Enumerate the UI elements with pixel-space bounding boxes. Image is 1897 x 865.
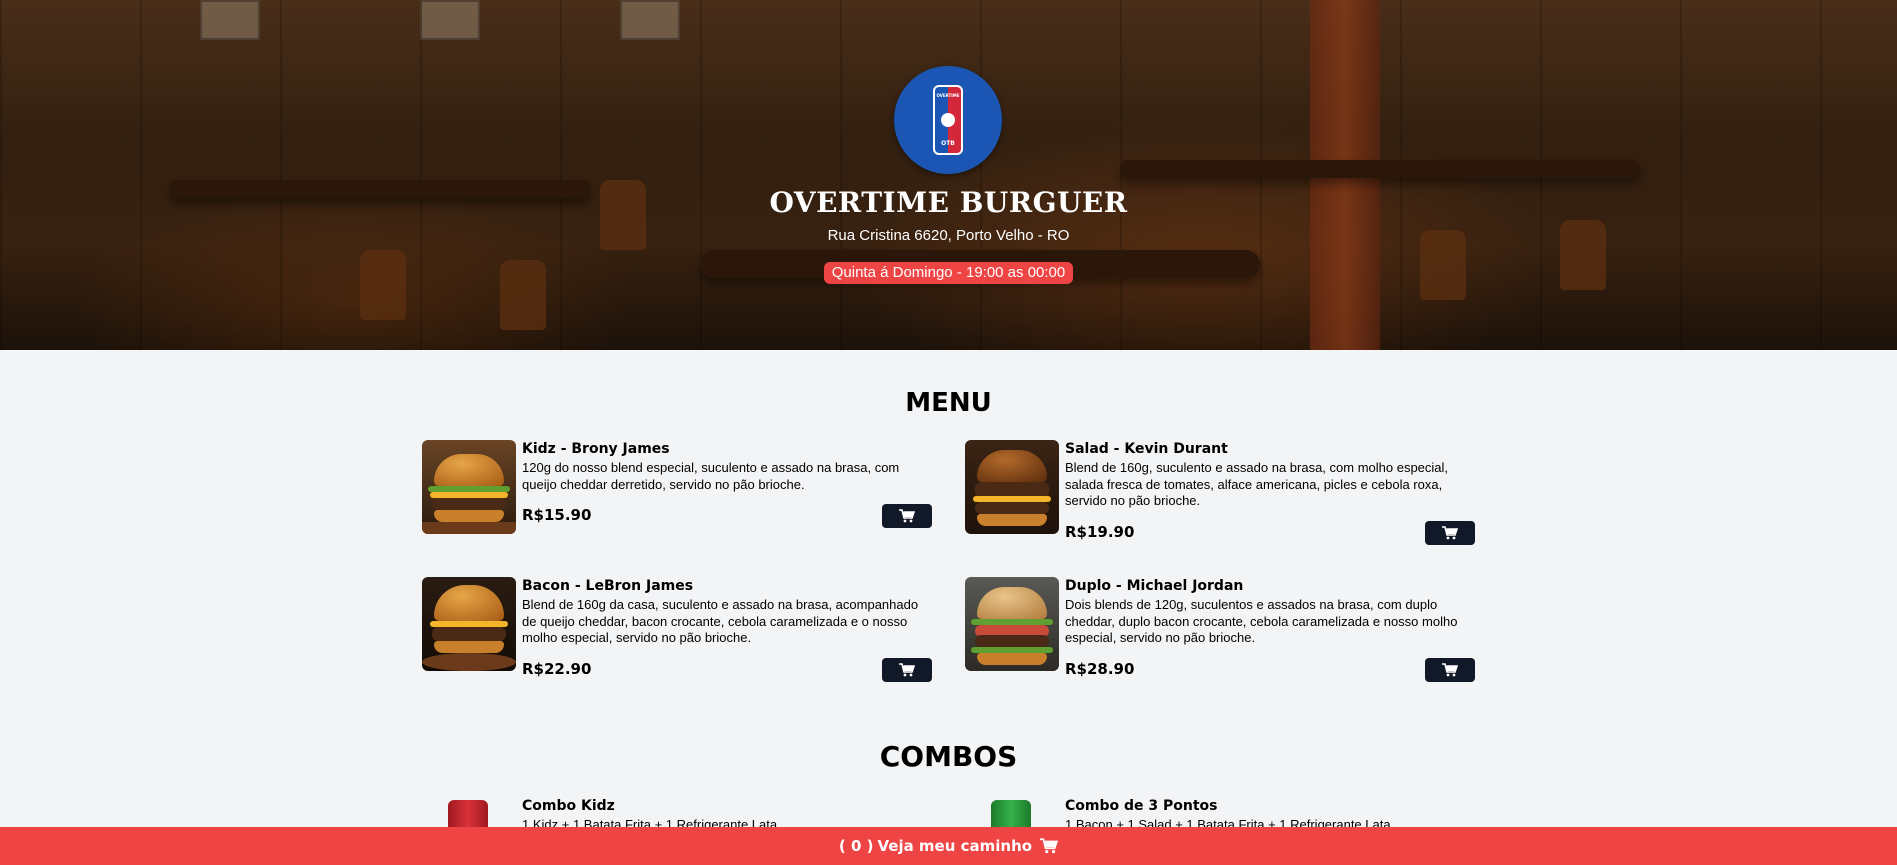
restaurant-address: Rua Cristina 6620, Porto Velho - RO [827,227,1070,244]
opening-hours-badge: Quinta á Domingo - 19:00 as 00:00 [824,262,1073,284]
combos-title: COMBOS [879,740,1018,773]
menu-item-name: Bacon - LeBron James [522,578,694,594]
soda-can-image [448,800,488,830]
menu-item: Duplo - Michael Jordan Dois blends de 12… [965,577,1475,682]
logo-text-bottom: OTB [941,140,955,147]
restaurant-logo: OVERTIME OTB [894,66,1002,174]
add-to-cart-button[interactable] [1425,521,1475,545]
menu-item-price: R$22.90 [522,660,592,678]
burger-image [965,440,1059,534]
basketball-icon [941,113,955,127]
menu-item-price: R$28.90 [1065,660,1135,678]
hero-banner: OVERTIME OTB OVERTIME BURGUER Rua Cristi… [0,0,1897,350]
menu-item-description: 120g do nosso blend especial, suculento … [522,460,900,492]
chair [360,250,406,320]
menu-item-description: Dois blends de 120g, suculentos e assado… [1065,597,1458,645]
chair [500,260,546,330]
menu-title: MENU [905,388,992,418]
restaurant-name: OVERTIME BURGUER [769,186,1128,219]
table [1120,160,1640,178]
view-cart-label: Veja meu caminho [877,837,1033,855]
cart-icon [899,663,915,677]
menu-item-name: Duplo - Michael Jordan [1065,578,1244,594]
logo-badge-icon: OVERTIME OTB [933,85,963,155]
menu-item: Bacon - LeBron James Blend de 160g da ca… [422,577,932,682]
cart-icon [1040,838,1059,854]
menu-item-name: Kidz - Brony James [522,441,670,457]
burger-image [422,577,516,671]
cart-icon [899,509,915,523]
combo-item-name: Combo Kidz [522,798,615,814]
cart-count: ( 0 ) [838,837,874,855]
menu-item-price: R$19.90 [1065,523,1135,541]
cart-icon [1442,526,1458,540]
add-to-cart-button[interactable] [1425,658,1475,682]
burger-image [965,577,1059,671]
soda-can-image [991,800,1031,830]
menu-item: Kidz - Brony James 120g do nosso blend e… [422,440,932,536]
menu-item-price: R$15.90 [522,506,592,524]
menu-item-description: Blend de 160g da casa, suculento e assad… [522,597,919,645]
view-cart-button[interactable]: ( 0 ) Veja meu caminho [0,827,1897,865]
wall-frame [420,0,480,40]
combo-item-name: Combo de 3 Pontos [1065,798,1218,814]
add-to-cart-button[interactable] [882,504,932,528]
cart-icon [1442,663,1458,677]
menu-item: Salad - Kevin Durant Blend de 160g, sucu… [965,440,1475,545]
logo-text-top: OVERTIME [936,93,960,98]
add-to-cart-button[interactable] [882,658,932,682]
wall-frame [200,0,260,40]
menu-item-description: Blend de 160g, suculento e assado na bra… [1065,460,1449,508]
wall-frame [620,0,680,40]
menu-item-name: Salad - Kevin Durant [1065,441,1228,457]
burger-image [422,440,516,534]
